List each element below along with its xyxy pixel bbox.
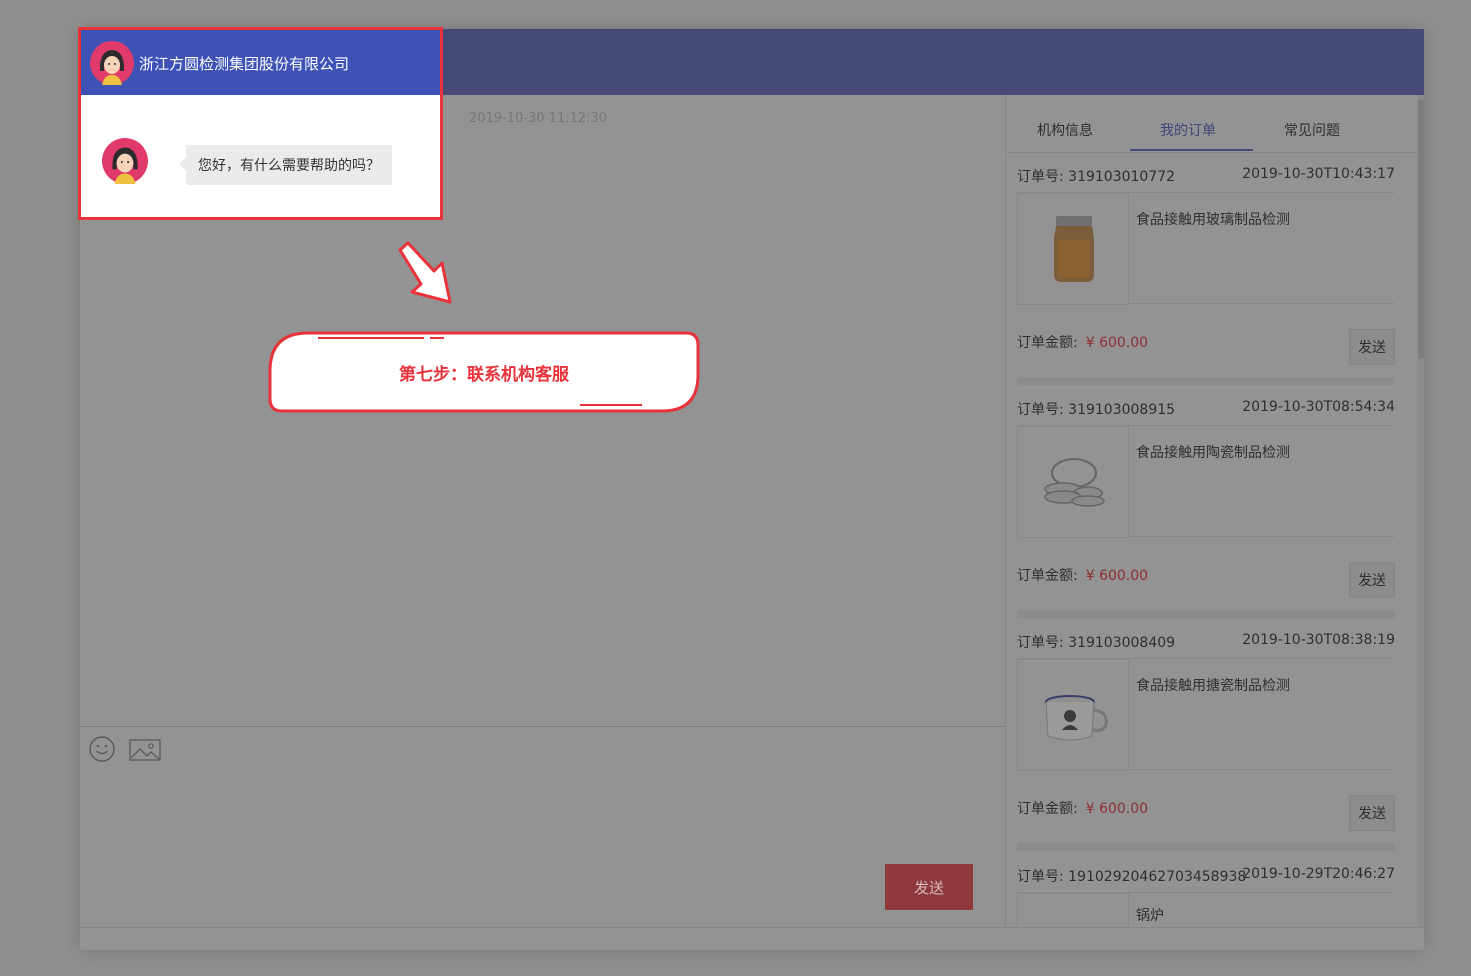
- order-time: 2019-10-30T08:54:34: [1242, 399, 1395, 415]
- order-send-button[interactable]: 发送: [1349, 795, 1395, 831]
- step-callout: 第七步：联系机构客服: [268, 331, 700, 413]
- product-name: 锅炉: [1136, 908, 1164, 924]
- company-name: 浙江方圆检测集团股份有限公司: [139, 55, 350, 73]
- tab-institution-info[interactable]: 机构信息: [1037, 120, 1093, 140]
- customer-service-popup: 浙江方圆检测集团股份有限公司 您好，有什么需要帮助的吗？: [78, 27, 443, 220]
- input-divider: [80, 726, 1005, 727]
- order-time: 2019-10-30T10:43:17: [1242, 166, 1395, 182]
- order-separator: [1017, 843, 1395, 851]
- greeting-message: 您好，有什么需要帮助的吗？: [179, 145, 392, 185]
- smiley-icon[interactable]: [88, 735, 116, 767]
- product-name: 食品接触用玻璃制品检测: [1136, 212, 1290, 228]
- product-thumbnail: [1017, 193, 1129, 305]
- order-separator: [1017, 377, 1395, 385]
- avatar: [90, 41, 134, 89]
- avatar: [102, 138, 148, 188]
- order-number: 订单号: 319103008915: [1017, 402, 1176, 418]
- product-row[interactable]: 锅炉: [1017, 892, 1395, 927]
- order-amount: 订单金额: ¥ 600.00: [1017, 335, 1149, 351]
- scrollbar-thumb[interactable]: [1418, 99, 1424, 359]
- product-name: 食品接触用陶瓷制品检测: [1136, 445, 1290, 461]
- order-time: 2019-10-29T20:46:27: [1242, 866, 1395, 882]
- order-amount: 订单金额: ¥ 600.00: [1017, 568, 1149, 584]
- send-button[interactable]: 发送: [885, 864, 973, 910]
- arrow-down-right-icon: [396, 240, 456, 310]
- product-thumbnail: [1017, 659, 1129, 771]
- product-thumbnail: [1017, 893, 1129, 927]
- tab-bar: 机构信息 我的订单 常见问题: [1006, 95, 1418, 153]
- product-row[interactable]: 食品接触用搪瓷制品检测: [1017, 658, 1395, 771]
- order-number: 订单号: 319103010772: [1017, 169, 1176, 185]
- order-send-button[interactable]: 发送: [1349, 562, 1395, 598]
- bottom-strip: [80, 927, 1424, 950]
- message-timestamp: 2019-10-30 11:12:30: [469, 111, 608, 126]
- product-thumbnail: [1017, 426, 1129, 538]
- order-send-button[interactable]: 发送: [1349, 329, 1395, 365]
- tab-faq[interactable]: 常见问题: [1284, 120, 1340, 140]
- active-tab-indicator: [1130, 149, 1253, 151]
- order-number: 订单号: 319103008409: [1017, 635, 1176, 651]
- product-name: 食品接触用搪瓷制品检测: [1136, 678, 1290, 694]
- order-separator: [1017, 610, 1395, 618]
- right-panel: 机构信息 我的订单 常见问题 订单号: 319103010772 2019-10…: [1005, 95, 1424, 927]
- callout-text: 第七步：联系机构客服: [399, 365, 569, 385]
- product-row[interactable]: 食品接触用玻璃制品检测: [1017, 192, 1395, 305]
- image-icon[interactable]: [129, 739, 161, 765]
- product-row[interactable]: 食品接触用陶瓷制品检测: [1017, 425, 1395, 538]
- popup-header: 浙江方圆检测集团股份有限公司: [81, 30, 440, 95]
- tab-my-orders[interactable]: 我的订单: [1160, 120, 1216, 140]
- order-amount: 订单金额: ¥ 600.00: [1017, 801, 1149, 817]
- order-number: 订单号: 19102920462703458938: [1017, 869, 1247, 885]
- order-time: 2019-10-30T08:38:19: [1242, 632, 1395, 648]
